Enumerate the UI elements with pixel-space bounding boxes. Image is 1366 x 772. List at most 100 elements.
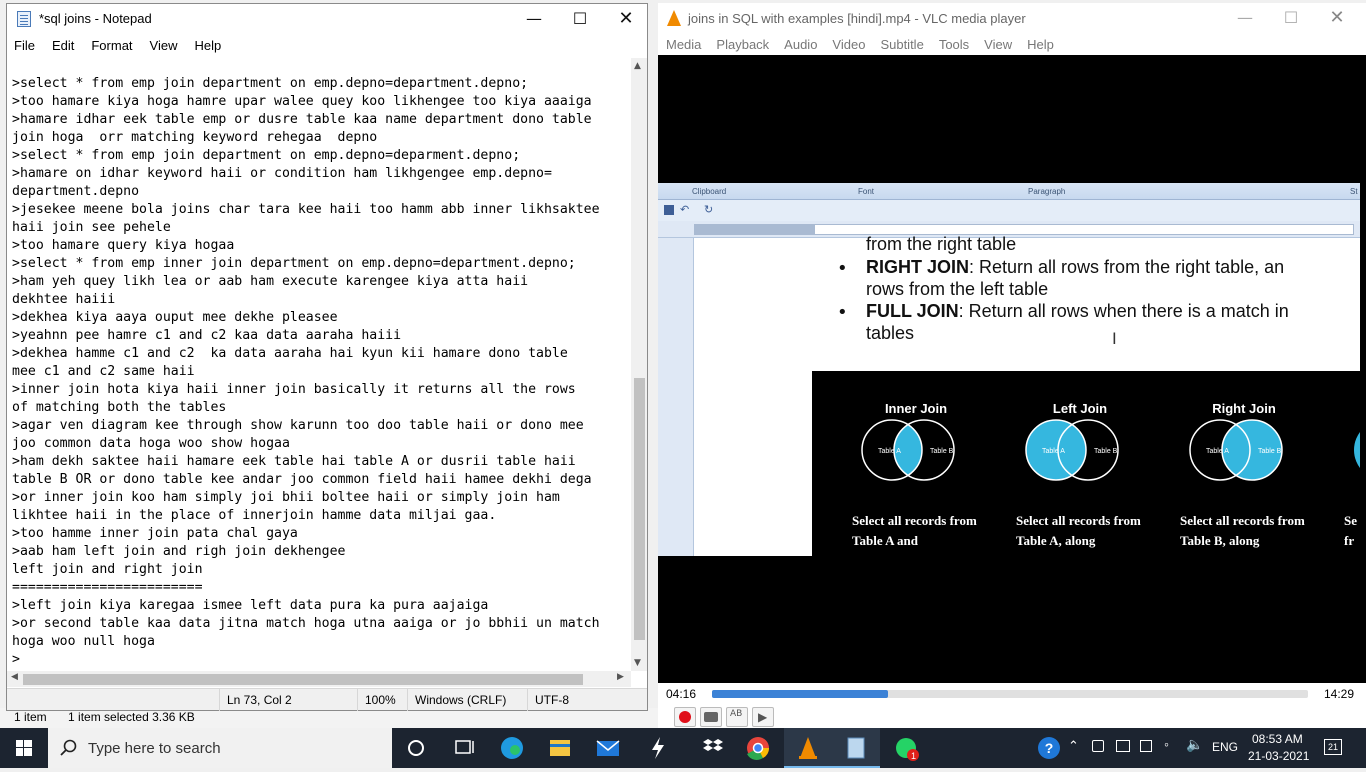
vlc-controls: 04:16 14:29 AB ▶: [658, 683, 1366, 731]
notepad-title: *sql joins - Notepad: [39, 11, 152, 26]
loop-ab-button[interactable]: AB: [726, 707, 748, 727]
venn-right-title: Right Join: [1212, 401, 1276, 416]
doc-right-join-rest: : Return all rows from the right table, …: [969, 257, 1285, 277]
chevron-up-icon[interactable]: ⌃: [1068, 738, 1079, 754]
menu-view[interactable]: View: [150, 34, 178, 53]
notepad-taskbar-icon[interactable]: [832, 728, 880, 768]
vertical-ruler: [658, 238, 694, 556]
line-ending: Windows (CRLF): [407, 689, 506, 711]
frame-step-button[interactable]: ▶: [752, 707, 774, 727]
vlc-minimize-button[interactable]: —: [1222, 3, 1268, 33]
record-button[interactable]: [674, 707, 696, 727]
vlc-taskbar-icon[interactable]: [784, 728, 832, 768]
ribbon-clipboard-label: Clipboard: [692, 187, 727, 196]
venn-right-b: Table B: [1258, 448, 1282, 455]
vlc-maximize-button[interactable]: ☐: [1268, 3, 1314, 33]
venn-left-b: Table B: [1094, 448, 1118, 455]
ribbon-group-labels: Clipboard Font Paragraph St: [658, 183, 1360, 200]
vlc-menu-subtitle[interactable]: Subtitle: [880, 33, 923, 52]
vlc-menu-media[interactable]: Media: [666, 33, 701, 52]
horizontal-scroll-thumb[interactable]: [23, 674, 583, 685]
vlc-menu-video[interactable]: Video: [832, 33, 865, 52]
text-editor[interactable]: >select * from emp join department on em…: [7, 58, 631, 671]
vlc-video-area[interactable]: Clipboard Font Paragraph St ↶ ↻ from the…: [658, 55, 1366, 683]
taskbar: Type here to search 1 ? ⌃ ◦ 🔈 ENG 08:53 …: [0, 728, 1366, 768]
search-placeholder: Type here to search: [88, 740, 221, 757]
task-view-button[interactable]: [440, 728, 488, 768]
venn-left-diagram: Table A Table B: [1025, 419, 1119, 481]
file-explorer-icon[interactable]: [536, 728, 584, 768]
battery-plug-icon[interactable]: [1140, 740, 1152, 752]
cortana-button[interactable]: [392, 728, 440, 768]
mail-icon[interactable]: [584, 728, 632, 768]
dropbox-icon[interactable]: [686, 728, 734, 768]
notification-count: 21: [1327, 742, 1338, 752]
vlc-menu-playback[interactable]: Playback: [716, 33, 769, 52]
venn-inner-a: Table A: [878, 448, 901, 455]
taskbar-search[interactable]: Type here to search: [48, 728, 392, 768]
help-icon[interactable]: ?: [1038, 737, 1060, 759]
venn-left-desc: Select all records from Table A, along: [1016, 513, 1141, 548]
clock-time[interactable]: 08:53 AM: [1252, 732, 1303, 746]
editor-content[interactable]: >select * from emp join department on em…: [12, 75, 631, 669]
vlc-titlebar[interactable]: joins in SQL with examples [hindi].mp4 -…: [658, 3, 1366, 33]
encoding: UTF-8: [527, 689, 569, 711]
notepad-menubar: File Edit Format View Help: [7, 34, 647, 58]
language-indicator[interactable]: ENG: [1212, 740, 1238, 754]
windows-logo-icon: [16, 740, 32, 756]
venn-full-desc: Se fr: [1344, 513, 1357, 548]
display-icon[interactable]: [1116, 740, 1130, 752]
bullet-icon: •: [837, 258, 848, 279]
venn-inner-title: Inner Join: [884, 401, 948, 416]
horizontal-scrollbar[interactable]: ◀ ▶: [7, 671, 631, 687]
snapshot-button[interactable]: [700, 707, 722, 727]
seek-bar[interactable]: [712, 690, 1308, 698]
doc-full-join-line2: tables: [866, 323, 915, 343]
scroll-right-icon[interactable]: ▶: [617, 672, 624, 682]
notepad-window: *sql joins - Notepad — ☐ ✕ File Edit Forma…: [6, 3, 648, 711]
venn-inner-diagram: Table A Table B: [861, 419, 955, 481]
vlc-menu-help[interactable]: Help: [1027, 33, 1054, 52]
ribbon-font-label: Font: [858, 187, 875, 196]
doc-right-join: RIGHT JOIN: Return all rows from the rig…: [866, 257, 1284, 278]
meet-now-icon[interactable]: [1092, 740, 1104, 752]
explorer-selection: 1 item selected 3.36 KB: [68, 710, 195, 724]
clock-date[interactable]: 21-03-2021: [1248, 749, 1309, 763]
menu-format[interactable]: Format: [91, 34, 132, 53]
vertical-scroll-thumb[interactable]: [634, 378, 645, 640]
chrome-icon[interactable]: [734, 728, 782, 768]
ribbon-styles-label: St: [1350, 187, 1358, 196]
zoom-level: 100%: [357, 689, 396, 711]
notifications-icon[interactable]: 21: [1324, 739, 1342, 755]
edge-icon[interactable]: [488, 728, 536, 768]
wifi-icon[interactable]: ◦: [1164, 736, 1169, 752]
scroll-left-icon[interactable]: ◀: [11, 672, 18, 682]
start-button[interactable]: [0, 728, 48, 768]
vlc-close-button[interactable]: ✕: [1314, 3, 1360, 33]
camera-icon: [704, 712, 718, 722]
scroll-down-icon[interactable]: ▼: [634, 658, 641, 668]
vlc-menu-view[interactable]: View: [984, 33, 1012, 52]
undo-icon: ↶: [680, 203, 690, 216]
volume-icon[interactable]: 🔈: [1186, 736, 1203, 753]
vlc-menu-tools[interactable]: Tools: [939, 33, 969, 52]
whatsapp-icon[interactable]: 1: [882, 728, 930, 768]
app-lightning-icon[interactable]: [634, 728, 682, 768]
vlc-menu-audio[interactable]: Audio: [784, 33, 817, 52]
minimize-button[interactable]: —: [511, 4, 557, 34]
document-page: from the right table • RIGHT JOIN: Retur…: [694, 234, 1360, 556]
notepad-titlebar[interactable]: *sql joins - Notepad — ☐ ✕: [7, 4, 647, 34]
scroll-up-icon[interactable]: ▲: [634, 61, 641, 71]
menu-file[interactable]: File: [14, 34, 35, 53]
close-button[interactable]: ✕: [603, 4, 649, 34]
venn-left-a: Table A: [1042, 448, 1065, 455]
notepad-status-bar: Ln 73, Col 2 100% Windows (CRLF) UTF-8: [7, 688, 647, 711]
redo-icon: ↻: [704, 203, 714, 216]
maximize-button[interactable]: ☐: [557, 4, 603, 34]
menu-edit[interactable]: Edit: [52, 34, 74, 53]
vertical-scrollbar[interactable]: ▲ ▼: [631, 58, 647, 671]
record-icon: [679, 711, 691, 723]
venn-inner-b: Table B: [930, 448, 954, 455]
vlc-window: joins in SQL with examples [hindi].mp4 -…: [658, 3, 1366, 731]
menu-help[interactable]: Help: [194, 34, 221, 53]
